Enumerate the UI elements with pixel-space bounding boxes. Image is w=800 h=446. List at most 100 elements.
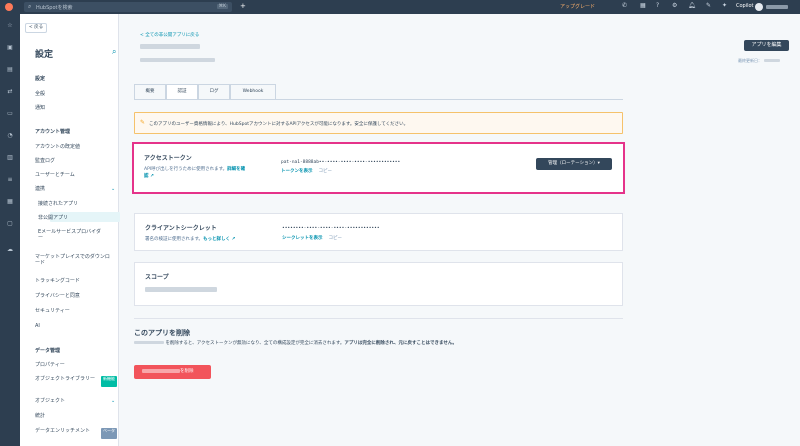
notifications-bell-icon[interactable]: 🔔︎ [688,2,696,9]
show-secret-link[interactable]: シークレットを表示 [282,236,323,241]
account-name-blurred[interactable] [766,5,788,9]
data-icon[interactable]: ≡ [6,176,14,183]
scope-card: スコープ [134,262,623,306]
sidebar-item-privacy-consent[interactable]: プライバシーと同意 [35,293,80,299]
sidebar-item-tracking-code[interactable]: トラッキングコード [35,278,80,284]
chevron-down-icon[interactable]: ⌄ [111,186,115,192]
client-secret-desc-text: 署名の検証に使用されます。 [145,237,204,242]
sidebar-item-private-apps[interactable]: 非公開アプリ [38,215,68,221]
contacts-icon[interactable]: ▣ [6,44,14,51]
hubspot-logo-icon[interactable] [5,3,13,11]
bookmark-icon[interactable]: ☆ [6,22,14,29]
reporting-icon[interactable]: ▥ [6,154,14,161]
learn-more-link[interactable]: もっと詳しく [203,237,230,242]
sidebar-item-audit-log[interactable]: 監査ログ [35,158,55,164]
manage-rotation-button[interactable]: 管理（ローテーション）▾ [536,158,612,170]
copy-token-link[interactable]: コピー [319,169,333,174]
sidebar-item-data-enrichment[interactable]: データエンリッチメント [35,428,95,434]
external-link-icon[interactable]: ↗ [150,174,154,179]
external-link-icon[interactable]: ↗ [232,237,236,242]
copilot-label[interactable]: Copilot [736,3,754,9]
marketplace-icon[interactable]: ▦ [640,2,646,9]
chevron-down-icon[interactable]: ⌄ [111,398,115,404]
sidebar-item-users-teams[interactable]: ユーザーとチーム [35,172,75,178]
sidebar-item-connected-apps[interactable]: 接続されたアプリ [38,201,78,207]
access-token-desc-text: API呼び出しを行うために使用されます。 [144,167,228,172]
tab-webhook[interactable]: Webhook [230,84,276,100]
scope-title: スコープ [145,274,169,281]
app-id-blurred [140,58,215,62]
sidebar-heading-account: アカウント管理 [35,129,71,135]
edit-app-button[interactable]: アプリを編集 [744,40,789,51]
settings-gear-icon[interactable]: ⚙ [672,2,677,9]
sidebar-item-marketplace-downloads[interactable]: マーケットプレイスでのダウンロード [35,254,113,266]
last-updated-label: 最終更新日： [738,58,762,63]
sales-icon[interactable]: ⇄ [6,88,14,95]
delete-button-label: を削除 [180,369,194,374]
help-icon[interactable]: ? [656,2,659,9]
back-to-private-apps-link[interactable]: < 全ての非公開アプリに戻る [140,32,199,38]
marketing-icon[interactable]: ▤ [6,66,14,73]
last-updated: 最終更新日： [738,58,780,64]
access-token-card: アクセストークン API呼び出しを行うために使用されます。詳細を確認 ↗ pat… [132,142,625,194]
settings-search-icon[interactable]: ⌕ [112,47,116,57]
cloud-icon[interactable]: ☁ [6,246,14,253]
copilot-icon[interactable]: ✦ [722,2,727,9]
copy-secret-link[interactable]: コピー [329,236,343,241]
sidebar-heading-settings: 設定 [35,76,46,82]
delete-app-desc: を削除すると、アクセストークンが無効になり、全ての構成設定が完全に消去されます。… [134,340,514,347]
section-divider [134,318,623,319]
top-navigation-bar: ⌕ HubSpotを検索 ⌘K + アップグレード ✆ ▦ ? ⚙ 🔔︎ ✎ ✦… [0,0,800,14]
library-icon[interactable]: ▦ [6,198,14,205]
settings-title: 設定 [35,50,54,60]
sidebar-item-statistics[interactable]: 統計 [35,413,45,419]
last-updated-date-blurred [764,59,780,62]
global-search-input[interactable]: ⌕ HubSpotを検索 ⌘K [24,2,232,12]
tab-auth[interactable]: 認証 [166,84,198,100]
tab-underline [134,99,623,100]
security-notice-text: このアプリのユーザー資格情報により、HubSpotアカウントに対するAPIアクセ… [149,122,409,127]
delete-warning: アプリは完全に削除され、元に戻すことはできません。 [344,341,457,346]
search-icon: ⌕ [28,3,32,10]
sidebar-item-properties[interactable]: プロパティー [35,362,65,368]
app-name-blurred [134,341,164,344]
sidebar-item-general[interactable]: 全般 [35,91,45,97]
automation-icon[interactable]: ◔ [6,132,14,139]
tab-overview[interactable]: 概要 [134,84,166,100]
access-token-desc: API呼び出しを行うために使用されます。詳細を確認 ↗ [144,166,249,180]
client-secret-desc: 署名の検証に使用されます。もっと詳しく ↗ [145,236,275,243]
access-token-title: アクセストークン [144,155,192,162]
client-secret-title: クライアントシークレット [145,225,217,232]
search-shortcut: ⌘K [216,4,228,9]
left-icon-rail: ☆ ▣ ▤ ⇄ ▭ ◔ ▥ ≡ ▦ ▢ ☁ [0,14,20,446]
create-plus-icon[interactable]: + [240,2,246,10]
security-notice: ✎ このアプリのユーザー資格情報により、HubSpotアカウントに対するAPIア… [134,112,623,134]
sidebar-item-security[interactable]: セキュリティー [35,308,70,314]
sidebar-item-object-library[interactable]: オブジェクトライブラリー [35,376,97,382]
sidebar-item-account-defaults[interactable]: アカウントの既定値 [35,144,80,150]
sidebar-item-email-providers[interactable]: Eメールサービスプロバイダー [38,229,104,241]
show-token-link[interactable]: トークンを表示 [281,169,313,174]
access-token-value: pat-na1-8888ab••-••••-••••-••••-••••••••… [281,160,401,165]
back-button[interactable]: < 戻る [25,23,47,33]
app-name-blurred [142,368,180,373]
service-icon[interactable]: ▭ [6,110,14,117]
delete-app-button[interactable]: を削除 [134,365,211,379]
new-badge: 新機能 [101,376,117,387]
upgrade-link[interactable]: アップグレード [560,3,595,10]
sidebar-item-objects[interactable]: オブジェクト [35,398,65,404]
folder-icon[interactable]: ▢ [6,220,14,227]
avatar[interactable] [755,3,763,11]
tab-logs[interactable]: ログ [198,84,230,100]
delete-app-title: このアプリを削除 [134,329,190,337]
edit-icon[interactable]: ✎ [706,2,711,9]
search-placeholder: HubSpotを検索 [36,5,73,11]
sidebar-item-ai[interactable]: AI [35,323,40,329]
sidebar-item-integrations[interactable]: 連携 [35,186,45,192]
client-secret-actions: シークレットを表示 コピー [282,235,342,241]
phone-icon[interactable]: ✆ [622,2,627,9]
sidebar-heading-data: データ管理 [35,348,61,354]
beta-badge: ベータ [101,428,117,439]
app-name-blurred [140,44,200,49]
sidebar-item-notifications[interactable]: 通知 [35,105,45,111]
